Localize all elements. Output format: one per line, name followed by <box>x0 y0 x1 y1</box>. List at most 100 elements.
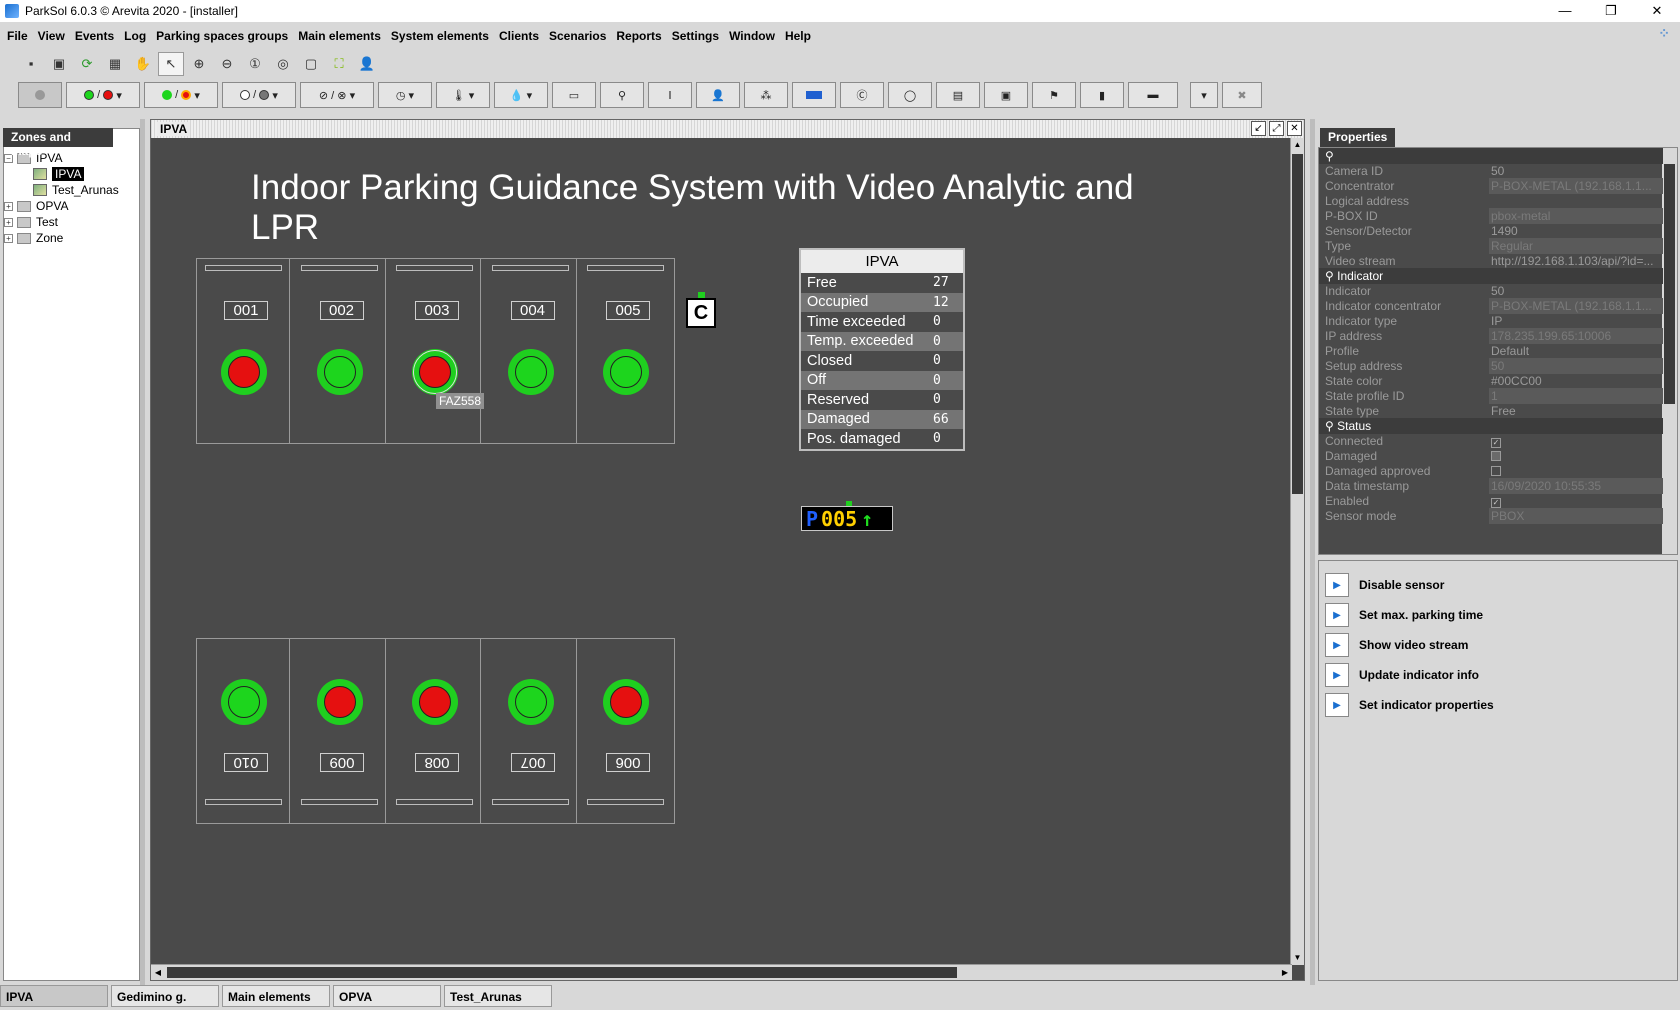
tab-ipva[interactable]: IPVA <box>0 985 108 1007</box>
concentrator[interactable]: C <box>686 292 716 328</box>
fit-screen-icon[interactable]: ⛶ <box>326 52 352 76</box>
save-icon[interactable]: ▪ <box>18 52 44 76</box>
property-value[interactable]: ✓ <box>1489 493 1663 509</box>
parking-bay[interactable]: 010 <box>197 639 290 823</box>
left-splitter[interactable] <box>140 119 145 985</box>
map-vertical-scrollbar[interactable]: ▲ ▼ <box>1290 138 1304 965</box>
tab-test-arunas[interactable]: Test_Arunas <box>444 985 552 1007</box>
sensor-indicator[interactable] <box>412 349 458 395</box>
filter-closed-button[interactable]: ⊘ / ⊗ ▾ <box>300 82 374 108</box>
zoom-in-icon[interactable]: ⊕ <box>186 52 212 76</box>
property-row[interactable]: Sensor mode PBOX <box>1319 508 1663 524</box>
property-row[interactable]: Setup address 50 <box>1319 358 1663 374</box>
sensor-indicator[interactable] <box>221 679 267 725</box>
property-value[interactable]: 50 <box>1489 283 1663 299</box>
properties-tab[interactable]: Properties <box>1320 128 1395 147</box>
sensor-indicator[interactable] <box>221 349 267 395</box>
tree-item[interactable]: + Zone <box>4 230 138 246</box>
property-row[interactable]: Enabled ✓ <box>1319 493 1663 509</box>
tree-item[interactable]: + Test <box>4 214 138 230</box>
property-value[interactable]: 50 <box>1489 163 1663 179</box>
properties-scroll-thumb[interactable] <box>1664 164 1675 404</box>
horizontal-scroll-thumb[interactable] <box>167 967 957 978</box>
scroll-right-icon[interactable]: ▶ <box>1278 965 1292 980</box>
property-row[interactable]: Video stream http://192.168.1.103/api/?id… <box>1319 253 1663 269</box>
property-value[interactable]: pbox-metal <box>1489 208 1663 224</box>
property-value[interactable] <box>1489 418 1663 434</box>
vertical-scroll-thumb[interactable] <box>1292 154 1303 494</box>
properties-scrollbar[interactable] <box>1662 148 1677 554</box>
counter-icon[interactable]: ▭ <box>552 82 596 108</box>
restore-icon[interactable]: ❐ <box>1588 0 1634 22</box>
filter-temperature-button[interactable]: 🌡 ▾ <box>436 82 490 108</box>
parking-bay[interactable]: 001 <box>197 259 290 443</box>
property-row[interactable]: Damaged approved <box>1319 463 1663 479</box>
sensor-indicator[interactable] <box>316 349 363 395</box>
property-row[interactable]: State type Free <box>1319 403 1663 419</box>
zoom-out-icon[interactable]: ⊖ <box>214 52 240 76</box>
display-icon[interactable] <box>792 82 836 108</box>
property-section[interactable]: ⚲ Indicator <box>1319 268 1663 284</box>
property-row[interactable]: Connected ✓ <box>1319 433 1663 449</box>
pan-icon[interactable]: ✋ <box>130 52 156 76</box>
tree-item[interactable]: + OPVA <box>4 198 138 214</box>
property-value[interactable] <box>1489 193 1663 209</box>
zoom-reset-icon[interactable]: ① <box>242 52 268 76</box>
filter-time-button[interactable]: ◷ ▾ <box>378 82 432 108</box>
section-toggle-icon[interactable]: ⚲ <box>1325 269 1337 283</box>
property-row[interactable]: State color #00CC00 <box>1319 373 1663 389</box>
menu-window[interactable]: Window <box>726 29 782 43</box>
tab-gedimino-g-[interactable]: Gedimino g. <box>111 985 219 1007</box>
action-set-indicator-properties[interactable]: ▶ Set indicator properties <box>1325 693 1494 717</box>
minimize-window-icon[interactable]: ↙ <box>1251 121 1266 136</box>
expand-icon[interactable]: + <box>4 201 13 211</box>
map-window-titlebar[interactable]: IPVA ↙ ⤢ ✕ <box>151 120 1304 138</box>
property-row[interactable]: Indicator 50 <box>1319 283 1663 299</box>
menu-log[interactable]: Log <box>121 29 153 43</box>
parking-bay[interactable]: 004 <box>484 259 577 443</box>
expand-icon[interactable]: + <box>4 233 13 243</box>
property-value[interactable]: PBOX <box>1489 508 1663 524</box>
property-value[interactable]: #00CC00 <box>1489 373 1663 389</box>
property-row[interactable]: Indicator concentrator P-BOX-METAL (192.1… <box>1319 298 1663 314</box>
filter-humidity-button[interactable]: 💧 ▾ <box>494 82 548 108</box>
menu-parking-spaces-groups[interactable]: Parking spaces groups <box>153 29 295 43</box>
property-value[interactable]: Free <box>1489 403 1663 419</box>
section-toggle-icon[interactable]: ⚲ <box>1325 419 1337 433</box>
select-icon[interactable]: ↖ <box>158 51 184 76</box>
refresh-icon[interactable]: ⟳ <box>74 52 100 76</box>
property-value[interactable] <box>1489 463 1663 479</box>
zoom-fit-icon[interactable]: ◎ <box>270 52 296 76</box>
property-row[interactable]: Indicator type IP <box>1319 313 1663 329</box>
property-row[interactable]: P-BOX ID pbox-metal <box>1319 208 1663 224</box>
close-window-icon[interactable]: ✕ <box>1287 121 1302 136</box>
menu-reports[interactable]: Reports <box>613 29 668 43</box>
save-all-icon[interactable]: ▣ <box>46 52 72 76</box>
parking-bay[interactable]: 003 FAZ558 <box>388 259 485 443</box>
property-value[interactable]: 50 <box>1489 358 1663 374</box>
scroll-up-icon[interactable]: ▲ <box>1291 138 1304 152</box>
play-icon[interactable]: ▶ <box>1325 603 1349 627</box>
property-row[interactable]: Sensor/Detector 1490 <box>1319 223 1663 239</box>
property-value[interactable]: ✓ <box>1489 433 1663 449</box>
action-set-max-parking-time[interactable]: ▶ Set max. parking time <box>1325 603 1483 627</box>
menu-settings[interactable]: Settings <box>669 29 726 43</box>
action-disable-sensor[interactable]: ▶ Disable sensor <box>1325 573 1444 597</box>
map-canvas[interactable]: Indoor Parking Guidance System with Vide… <box>151 138 1292 965</box>
property-row[interactable]: IP address 178.235.199.65:10006 <box>1319 328 1663 344</box>
property-value[interactable] <box>1489 148 1663 164</box>
menu-view[interactable]: View <box>35 29 72 43</box>
location-icon[interactable]: ⚲ <box>600 82 644 108</box>
checkbox-icon[interactable] <box>1491 466 1501 476</box>
action-update-indicator-info[interactable]: ▶ Update indicator info <box>1325 663 1479 687</box>
sensor-indicator[interactable] <box>507 349 554 395</box>
users-icon[interactable]: 👤 <box>354 52 380 76</box>
table-icon[interactable]: ▤ <box>936 82 980 108</box>
property-row[interactable]: Data timestamp 16/09/2020 10:55:35 <box>1319 478 1663 494</box>
property-row[interactable]: Camera ID 50 <box>1319 163 1663 179</box>
play-icon[interactable]: ▶ <box>1325 573 1349 597</box>
parking-bay[interactable]: 008 <box>388 639 481 823</box>
play-icon[interactable]: ▶ <box>1325 663 1349 687</box>
maximize-window-icon[interactable]: ⤢ <box>1269 121 1284 136</box>
property-row[interactable]: Logical address <box>1319 193 1663 209</box>
